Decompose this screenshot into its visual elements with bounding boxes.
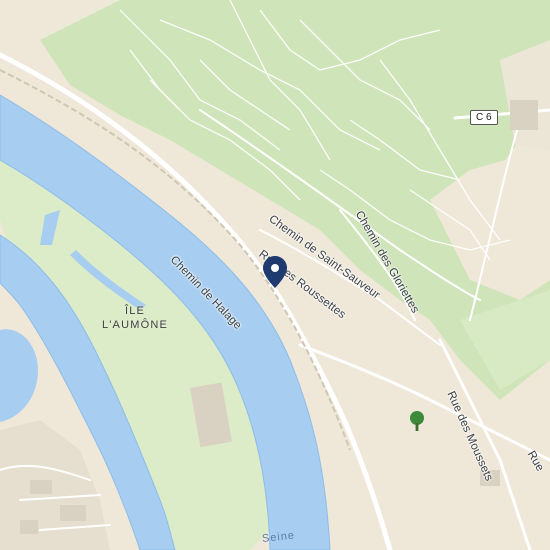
island-label-line2: L'AUMÔNE [101,319,169,331]
route-shield-c6: C 6 [470,110,498,125]
map-pin-icon[interactable] [263,256,287,288]
island-label-line1: ÎLE [124,305,146,317]
map-canvas[interactable]: C 6 Chemin de Saint-Sauveur Rue des Rous… [0,0,550,550]
label-ile-aumone: ÎLE L'AUMÔNE [95,304,175,332]
tree-icon[interactable] [408,410,426,432]
